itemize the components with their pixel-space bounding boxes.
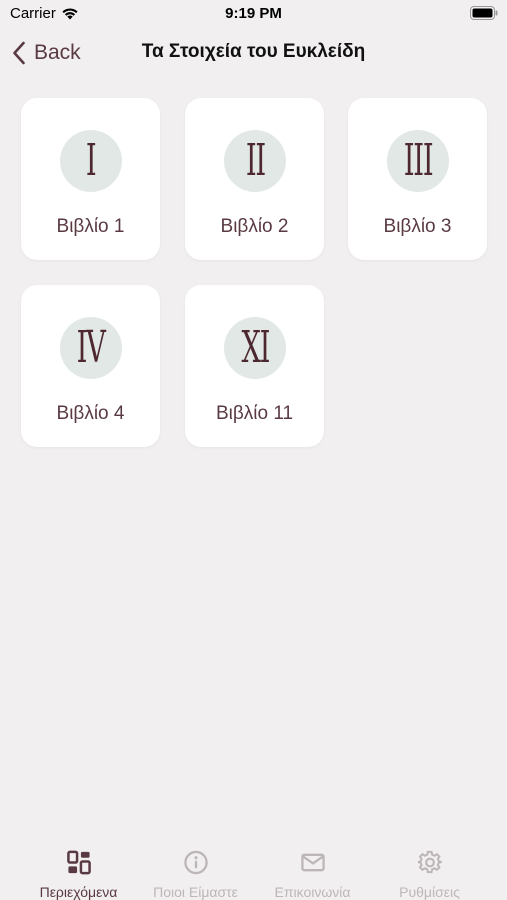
- tab-contact[interactable]: Επικοινωνία: [249, 838, 376, 900]
- book-card-11[interactable]: XI Βιβλίο 11: [185, 285, 324, 447]
- book-medallion: IV: [60, 317, 122, 379]
- book-label: Βιβλίο 2: [220, 216, 289, 237]
- app-screen: Carrier 9:19 PM Back Τα Στοιχεία του Ευκ…: [0, 0, 507, 900]
- status-bar: Carrier 9:19 PM: [0, 0, 507, 28]
- chevron-left-icon: [13, 41, 25, 65]
- tab-label: Επικοινωνία: [274, 884, 351, 900]
- tab-label: Ρυθμίσεις: [399, 884, 460, 900]
- roman-numeral: III: [403, 135, 434, 186]
- roman-numeral: II: [245, 135, 265, 186]
- roman-numeral: I: [86, 135, 97, 186]
- contents-grid-icon: [66, 850, 91, 875]
- tab-about-us[interactable]: Ποιοι Είμαστε: [132, 838, 259, 900]
- info-circle-icon: [183, 850, 208, 875]
- book-medallion: II: [224, 130, 286, 192]
- gear-icon: [417, 850, 442, 874]
- book-label: Βιβλίο 3: [383, 216, 452, 237]
- tab-label: Ποιοι Είμαστε: [153, 884, 238, 900]
- book-label: Βιβλίο 4: [56, 403, 125, 424]
- status-time: 9:19 PM: [225, 5, 282, 22]
- tab-settings[interactable]: Ρυθμίσεις: [366, 838, 493, 900]
- back-button[interactable]: Back: [12, 38, 81, 68]
- book-label: Βιβλίο 11: [215, 403, 294, 424]
- battery-icon: [470, 6, 498, 20]
- book-card-4[interactable]: IV Βιβλίο 4: [21, 285, 160, 447]
- book-card-2[interactable]: II Βιβλίο 2: [185, 98, 324, 260]
- book-label: Βιβλίο 1: [56, 216, 125, 237]
- tab-bar: Περιεχόμενα Ποιοι Είμαστε Επικοινωνία Ρυ…: [0, 838, 507, 900]
- roman-numeral: XI: [241, 322, 270, 373]
- book-medallion: XI: [224, 317, 286, 379]
- book-card-3[interactable]: III Βιβλίο 3: [348, 98, 487, 260]
- book-card-1[interactable]: I Βιβλίο 1: [21, 98, 160, 260]
- back-label: Back: [34, 41, 81, 64]
- roman-numeral: IV: [77, 322, 106, 373]
- tab-contents[interactable]: Περιεχόμενα: [15, 838, 142, 900]
- tab-label: Περιεχόμενα: [39, 884, 118, 900]
- book-medallion: I: [60, 130, 122, 192]
- navigation-bar: Back Τα Στοιχεία του Ευκλείδη: [0, 28, 507, 78]
- book-medallion: III: [387, 130, 449, 192]
- envelope-icon: [300, 853, 325, 872]
